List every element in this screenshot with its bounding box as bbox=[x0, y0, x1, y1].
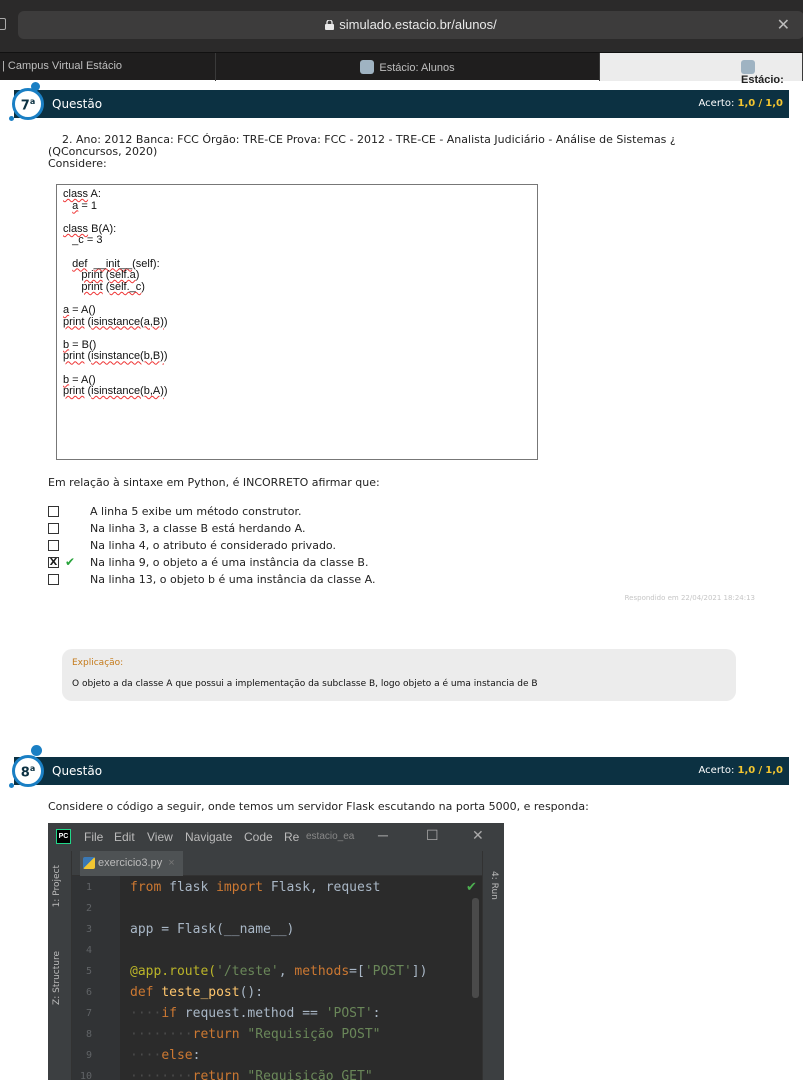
site-favicon-icon bbox=[741, 60, 755, 74]
editor-tabs: exercicio3.py × bbox=[72, 851, 482, 876]
ide-menubar: PC File Edit View Navigate Code Re estac… bbox=[48, 823, 504, 851]
question-8-header: Questão Acerto: 1,0 / 1,0 bbox=[14, 757, 789, 785]
answered-timestamp: Respondido em 22/04/2021 18:24:13 bbox=[624, 594, 755, 602]
option-1[interactable]: A linha 5 exibe um método construtor. bbox=[48, 505, 648, 522]
badge-bubble-icon bbox=[31, 745, 42, 756]
address-bar[interactable]: simulado.estacio.br/alunos/ ✕ bbox=[18, 11, 803, 39]
close-tab-icon[interactable]: × bbox=[168, 857, 174, 869]
badge-bubble-icon bbox=[9, 783, 14, 788]
explanation-body: O objeto a da classe A que possui a impl… bbox=[72, 679, 538, 689]
menu-view[interactable]: View bbox=[147, 830, 173, 844]
code-line: app = Flask(__name__) bbox=[130, 922, 295, 937]
checkbox-checked[interactable]: X bbox=[48, 557, 59, 568]
url-text: simulado.estacio.br/alunos/ bbox=[339, 17, 497, 32]
checkbox[interactable] bbox=[48, 506, 59, 517]
explanation-box: Explicação: O objeto a da classe A que p… bbox=[62, 649, 736, 701]
checkbox[interactable] bbox=[48, 540, 59, 551]
browser-toolbar: simulado.estacio.br/alunos/ ✕ bbox=[0, 0, 803, 52]
question-intro: Considere o código a seguir, onde temos … bbox=[48, 800, 589, 813]
tab-estacio-alunos[interactable]: Estácio: Alunos bbox=[216, 53, 600, 81]
checkbox[interactable] bbox=[48, 574, 59, 585]
ide-right-toolbar: 4: Run bbox=[482, 851, 504, 1080]
code-snippet-image: class A: a = 1 class B(A): _c = 3 def __… bbox=[56, 184, 538, 460]
code-line: class A: bbox=[63, 188, 101, 200]
code-line: print (self._c) bbox=[81, 280, 145, 293]
menu-refactor[interactable]: Re bbox=[284, 830, 299, 844]
tab-estacio-active[interactable]: Estácio: bbox=[600, 53, 803, 86]
code-line: print (isinstance(b,A)) bbox=[63, 385, 168, 398]
question-label: Questão bbox=[52, 97, 103, 111]
option-2[interactable]: Na linha 3, a classe B está herdando A. bbox=[48, 522, 648, 539]
code-line: class B(A): bbox=[63, 222, 117, 235]
checkbox[interactable] bbox=[48, 523, 59, 534]
consider-label: Considere: bbox=[48, 157, 107, 170]
question-number-badge: 7a bbox=[12, 88, 44, 120]
window-control-icon[interactable] bbox=[0, 18, 6, 30]
code-line: ········return "Requisição GET" bbox=[130, 1069, 373, 1080]
option-3[interactable]: Na linha 4, o atributo é considerado pri… bbox=[48, 539, 648, 556]
ide-left-toolbar: 1: Project Z: Structure bbox=[48, 851, 72, 1080]
python-file-icon bbox=[83, 857, 95, 869]
acerto-score: Acerto: 1,0 / 1,0 bbox=[698, 98, 784, 109]
editor-scrollbar[interactable] bbox=[472, 898, 479, 998]
browser-tab-bar: | Campus Virtual Estácio Estácio: Alunos… bbox=[0, 52, 803, 86]
structure-tool-tab[interactable]: Z: Structure bbox=[52, 951, 62, 1005]
inspection-ok-icon: ✔ bbox=[466, 880, 477, 895]
close-icon[interactable]: ✕ bbox=[777, 15, 790, 34]
option-4[interactable]: X ✔ Na linha 9, o objeto a é uma instância… bbox=[48, 555, 648, 573]
pycharm-logo-icon: PC bbox=[56, 829, 71, 844]
menu-edit[interactable]: Edit bbox=[114, 830, 135, 844]
tab-exercicio3[interactable]: exercicio3.py × bbox=[80, 851, 183, 876]
project-tool-tab[interactable]: 1: Project bbox=[52, 865, 62, 907]
minimize-icon[interactable]: ─ bbox=[378, 827, 388, 843]
close-icon[interactable]: ✕ bbox=[472, 827, 484, 844]
question-7-header: Questão Acerto: 1,0 / 1,0 bbox=[14, 90, 789, 118]
menu-file[interactable]: File bbox=[84, 830, 103, 844]
answer-options: A linha 5 exibe um método construtor. Na… bbox=[48, 505, 648, 590]
correct-check-icon: ✔ bbox=[65, 555, 76, 569]
question-prompt: Em relação à sintaxe em Python, é INCORR… bbox=[48, 476, 380, 489]
code-line: from flask import Flask, request bbox=[130, 880, 381, 895]
maximize-icon[interactable]: ☐ bbox=[426, 827, 439, 844]
project-name: estacio_ea bbox=[306, 831, 355, 842]
badge-bubble-icon bbox=[9, 116, 14, 121]
acerto-score: Acerto: 1,0 / 1,0 bbox=[698, 765, 784, 776]
lock-icon bbox=[325, 20, 335, 30]
menu-code[interactable]: Code bbox=[244, 830, 273, 844]
code-editor[interactable]: from flask import Flask, request app = F… bbox=[120, 876, 482, 1080]
code-line: print (isinstance(b,B)) bbox=[63, 350, 168, 363]
site-favicon-icon bbox=[360, 60, 375, 74]
option-5[interactable]: Na linha 13, o objeto b é uma instância … bbox=[48, 573, 648, 590]
code-line: @app.route('/teste', methods=['POST']) bbox=[130, 964, 428, 979]
code-line: _c = 3 bbox=[63, 234, 103, 247]
question-label: Questão bbox=[52, 764, 103, 778]
code-line: def teste_post(): bbox=[130, 985, 264, 1000]
code-line: ····else: bbox=[130, 1048, 201, 1063]
code-line: print (isinstance(a,B)) bbox=[63, 315, 168, 328]
line-number-gutter: 1 2 3 4 5 6 7 8 9 10 bbox=[72, 876, 120, 1080]
run-tool-tab[interactable]: 4: Run bbox=[489, 871, 499, 900]
question-number-badge: 8a bbox=[12, 755, 44, 787]
code-line: ····if request.method == 'POST': bbox=[130, 1006, 381, 1021]
menu-navigate[interactable]: Navigate bbox=[185, 830, 232, 844]
tab-campus-virtual[interactable]: | Campus Virtual Estácio bbox=[0, 53, 216, 81]
ide-screenshot: PC File Edit View Navigate Code Re estac… bbox=[48, 823, 504, 1080]
code-line: ········return "Requisição POST" bbox=[130, 1027, 381, 1042]
code-line: a = 1 bbox=[72, 199, 97, 212]
explanation-title: Explicação: bbox=[72, 658, 124, 668]
